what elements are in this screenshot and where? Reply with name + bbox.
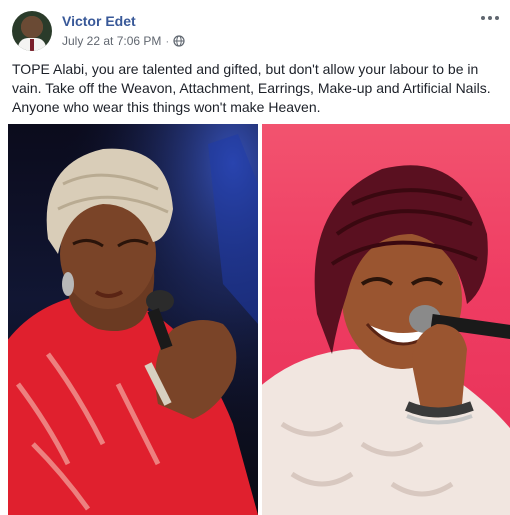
- more-dot: [488, 16, 492, 20]
- post-meta: July 22 at 7:06 PM ·: [62, 34, 185, 48]
- author-name-link[interactable]: Victor Edet: [62, 13, 136, 29]
- facebook-post: Victor Edet July 22 at 7:06 PM · TOPE Al…: [0, 0, 510, 515]
- post-text: TOPE Alabi, you are talented and gifted,…: [12, 61, 491, 115]
- globe-icon[interactable]: [173, 35, 185, 47]
- meta-separator: ·: [165, 34, 170, 48]
- avatar-tie: [30, 39, 34, 51]
- photo-right-illustration: [262, 165, 510, 515]
- post-photo-right[interactable]: [262, 124, 510, 515]
- more-dot: [495, 16, 499, 20]
- post-photo-left[interactable]: [8, 124, 258, 515]
- author-avatar[interactable]: [12, 11, 52, 51]
- post-timestamp[interactable]: July 22 at 7:06 PM: [62, 34, 161, 48]
- more-options-icon[interactable]: [478, 10, 502, 26]
- photo-left-illustration: [8, 124, 258, 515]
- more-dot: [481, 16, 485, 20]
